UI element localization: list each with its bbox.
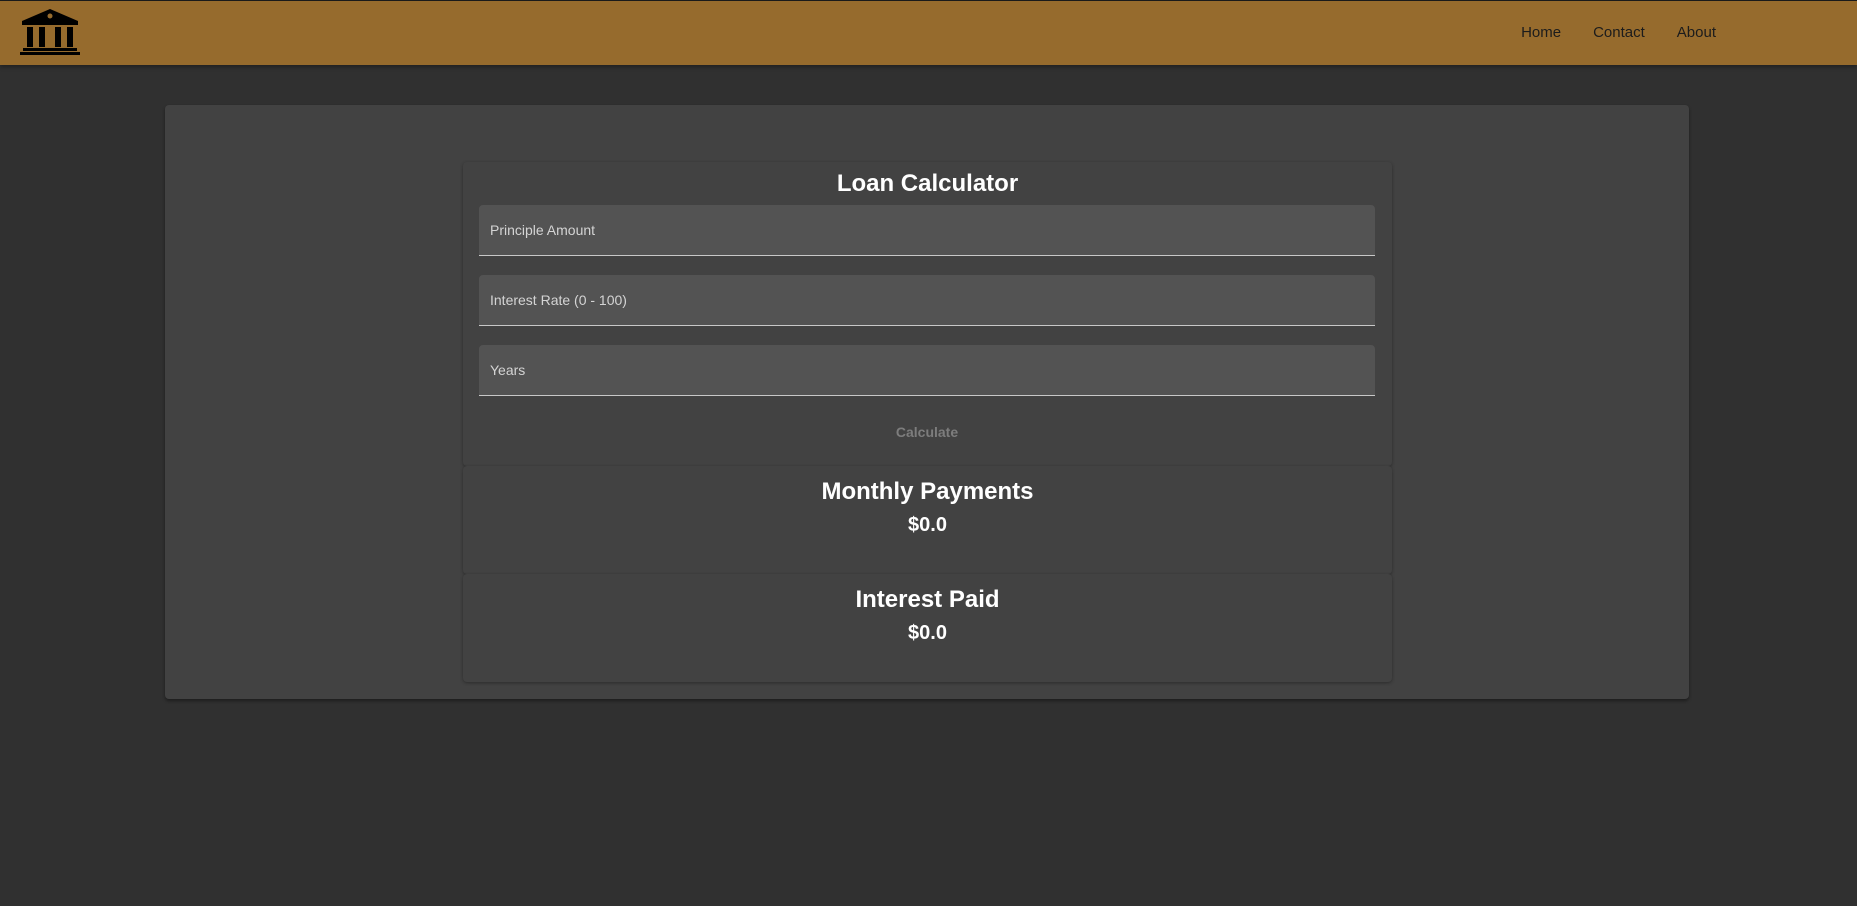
page-title: Loan Calculator: [836, 170, 1019, 197]
bank-building-icon[interactable]: [20, 7, 80, 57]
interest-paid-value: $0.0: [908, 622, 947, 644]
top-navbar: Home Contact About: [0, 0, 1857, 65]
monthly-payments-value: $0.0: [908, 514, 947, 536]
interest-paid-card: Interest Paid $0.0: [463, 574, 1392, 682]
years-field[interactable]: [479, 345, 1375, 396]
interest-rate-field[interactable]: [479, 275, 1375, 326]
years-input[interactable]: [479, 345, 1375, 395]
nav-contact-link[interactable]: Contact: [1577, 1, 1661, 65]
interest-paid-label: Interest Paid: [855, 586, 1000, 613]
principal-input[interactable]: [479, 205, 1375, 255]
monthly-payments-label: Monthly Payments: [821, 478, 1034, 505]
nav-about-link[interactable]: About: [1661, 1, 1732, 65]
main-nav: Home Contact About: [1505, 1, 1732, 65]
interest-rate-input[interactable]: [479, 275, 1375, 325]
monthly-payments-card: Monthly Payments $0.0: [463, 466, 1392, 574]
calculate-button[interactable]: Calculate: [872, 418, 982, 446]
nav-home-link[interactable]: Home: [1505, 1, 1577, 65]
principal-field[interactable]: [479, 205, 1375, 256]
